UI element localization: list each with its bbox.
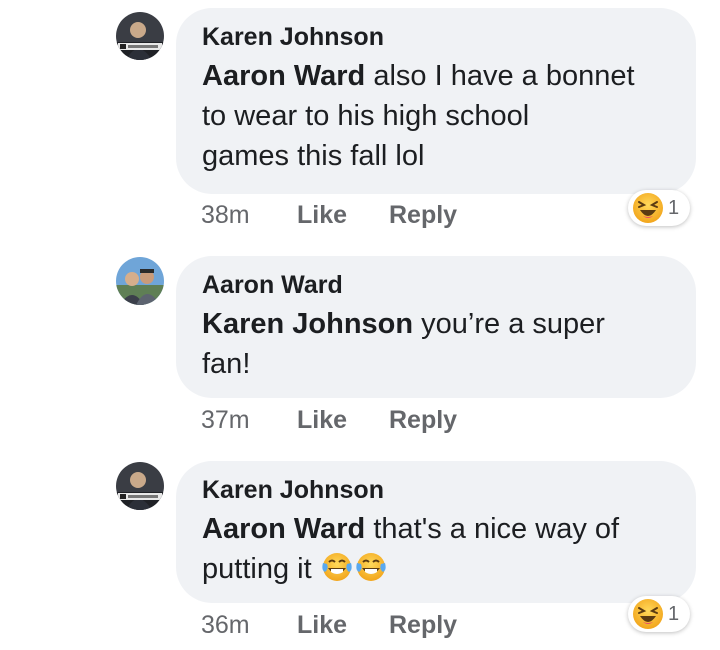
comment-timestamp[interactable]: 37m xyxy=(201,403,250,437)
comment-bubble: Karen Johnson Aaron Ward that's a nice w… xyxy=(176,461,696,603)
avatar-photo xyxy=(116,12,164,60)
avatar-photo xyxy=(116,462,164,510)
reaction-summary[interactable]: 1 xyxy=(628,596,690,632)
mention-link[interactable]: Karen Johnson xyxy=(202,308,413,340)
comment-author[interactable]: Karen Johnson xyxy=(202,22,670,52)
comment-author[interactable]: Aaron Ward xyxy=(202,270,670,300)
reply-button[interactable]: Reply xyxy=(389,198,457,232)
comment-text: Aaron Ward that's a nice way of putting … xyxy=(202,509,670,589)
laughing-emoji-icon xyxy=(633,193,663,223)
comment-bubble: Karen Johnson Aaron Ward also I have a b… xyxy=(176,8,696,194)
avatar-photo xyxy=(116,257,164,305)
comment-text-line: games this fall lol xyxy=(202,140,425,172)
reply-button[interactable]: Reply xyxy=(389,403,457,437)
comment-timestamp[interactable]: 36m xyxy=(201,608,250,642)
comment-timestamp[interactable]: 38m xyxy=(201,198,250,232)
comment-text-line: you’re a super xyxy=(413,308,605,340)
comment-text: Karen Johnson you’re a super fan! xyxy=(202,304,670,384)
avatar-karen-johnson[interactable] xyxy=(116,462,164,510)
avatar-karen-johnson[interactable] xyxy=(116,12,164,60)
reply-button[interactable]: Reply xyxy=(389,608,457,642)
like-button[interactable]: Like xyxy=(297,403,347,437)
comment-text-line: fan! xyxy=(202,348,251,380)
comment-bubble: Aaron Ward Karen Johnson you’re a super … xyxy=(176,256,696,398)
comment-text-line: putting it xyxy=(202,553,312,585)
like-button[interactable]: Like xyxy=(297,198,347,232)
tears-of-joy-emoji-icon xyxy=(356,553,386,581)
like-button[interactable]: Like xyxy=(297,608,347,642)
comment-text-line: also I have a bonnet xyxy=(365,60,635,92)
comment-text-line: to wear to his high school xyxy=(202,100,530,132)
reaction-count: 1 xyxy=(668,603,680,625)
comment-text: Aaron Ward also I have a bonnet to wear … xyxy=(202,56,670,176)
laughing-emoji-icon xyxy=(633,599,663,629)
avatar-aaron-ward[interactable] xyxy=(116,257,164,305)
mention-link[interactable]: Aaron Ward xyxy=(202,60,365,92)
comment-author[interactable]: Karen Johnson xyxy=(202,475,670,505)
tears-of-joy-emoji-icon xyxy=(322,553,352,581)
reaction-summary[interactable]: 1 xyxy=(628,190,690,226)
reaction-count: 1 xyxy=(668,197,680,219)
comment-text-line: that's a nice way of xyxy=(365,513,620,545)
mention-link[interactable]: Aaron Ward xyxy=(202,513,365,545)
